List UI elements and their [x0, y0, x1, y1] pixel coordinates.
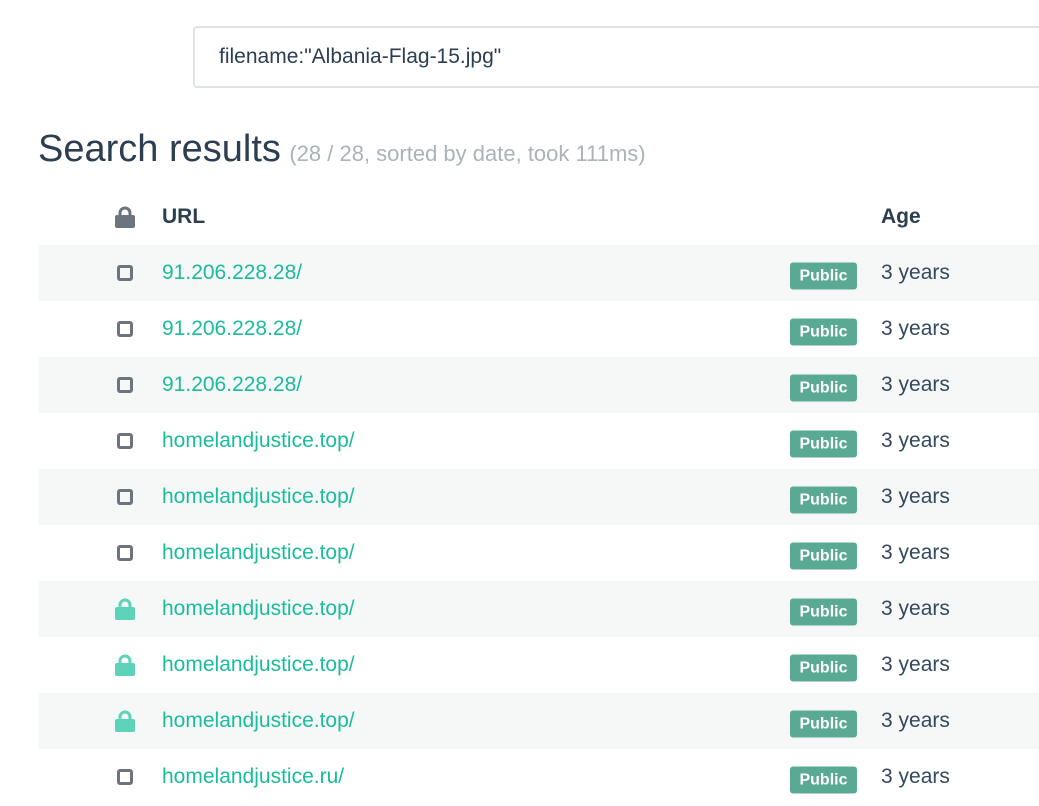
checkbox-icon[interactable]	[114, 766, 136, 788]
visibility-badge: Public	[790, 766, 857, 794]
result-age: 3 years	[881, 261, 950, 284]
table-row: homelandjustice.top/Public 3 years	[38, 581, 1039, 637]
checkbox-icon[interactable]	[114, 486, 136, 508]
table-row: 91.206.228.28/Public 3 years	[38, 357, 1039, 413]
result-age: 3 years	[881, 373, 950, 396]
result-url-link[interactable]: homelandjustice.top/	[162, 485, 355, 509]
result-url-link[interactable]: homelandjustice.top/	[162, 709, 355, 733]
table-row: 91.206.228.28/Public 3 years	[38, 301, 1039, 357]
visibility-badge: Public	[790, 374, 857, 402]
search-box[interactable]	[193, 26, 1039, 88]
result-url-link[interactable]: homelandjustice.top/	[162, 597, 355, 621]
visibility-badge: Public	[790, 654, 857, 682]
result-age: 3 years	[881, 709, 950, 732]
visibility-badge: Public	[790, 318, 857, 346]
results-heading: Search results (28 / 28, sorted by date,…	[38, 128, 646, 171]
table-row: homelandjustice.ru/Public 3 years	[38, 749, 1039, 805]
results-meta: (28 / 28, sorted by date, took 111ms)	[289, 141, 646, 166]
result-url-link[interactable]: 91.206.228.28/	[162, 373, 302, 397]
checkbox-icon[interactable]	[114, 318, 136, 340]
lock-icon[interactable]	[114, 710, 136, 732]
checkbox-icon[interactable]	[114, 430, 136, 452]
lock-icon[interactable]	[114, 598, 136, 620]
result-age: 3 years	[881, 765, 950, 788]
table-row: homelandjustice.top/Public 3 years	[38, 637, 1039, 693]
visibility-badge: Public	[790, 486, 857, 514]
table-header: URL Age	[38, 189, 1039, 245]
visibility-badge: Public	[790, 542, 857, 570]
table-row: homelandjustice.top/Public 3 years	[38, 413, 1039, 469]
table-row: homelandjustice.top/Public 3 years	[38, 469, 1039, 525]
column-header-url[interactable]: URL	[162, 205, 205, 229]
checkbox-icon[interactable]	[114, 542, 136, 564]
result-url-link[interactable]: homelandjustice.ru/	[162, 765, 344, 789]
result-age: 3 years	[881, 597, 950, 620]
table-body: 91.206.228.28/Public 3 years 91.206.228.28…	[38, 245, 1039, 805]
visibility-badge: Public	[790, 710, 857, 738]
visibility-badge: Public	[790, 430, 857, 458]
result-age: 3 years	[881, 541, 950, 564]
checkbox-icon[interactable]	[114, 374, 136, 396]
visibility-badge: Public	[790, 598, 857, 626]
column-header-age[interactable]: Age	[881, 205, 921, 229]
results-table: URL Age 91.206.228.28/Public 3 years 91.20…	[38, 189, 1039, 805]
lock-icon	[114, 206, 136, 228]
result-url-link[interactable]: homelandjustice.top/	[162, 653, 355, 677]
result-url-link[interactable]: homelandjustice.top/	[162, 429, 355, 453]
search-input[interactable]	[219, 45, 1039, 69]
result-age: 3 years	[881, 485, 950, 508]
result-url-link[interactable]: 91.206.228.28/	[162, 261, 302, 285]
visibility-badge: Public	[790, 262, 857, 290]
result-age: 3 years	[881, 429, 950, 452]
result-age: 3 years	[881, 317, 950, 340]
page-title: Search results	[38, 128, 281, 170]
table-row: 91.206.228.28/Public 3 years	[38, 245, 1039, 301]
result-url-link[interactable]: homelandjustice.top/	[162, 541, 355, 565]
checkbox-icon[interactable]	[114, 262, 136, 284]
table-row: homelandjustice.top/Public 3 years	[38, 525, 1039, 581]
result-url-link[interactable]: 91.206.228.28/	[162, 317, 302, 341]
lock-icon[interactable]	[114, 654, 136, 676]
table-row: homelandjustice.top/Public 3 years	[38, 693, 1039, 749]
result-age: 3 years	[881, 653, 950, 676]
